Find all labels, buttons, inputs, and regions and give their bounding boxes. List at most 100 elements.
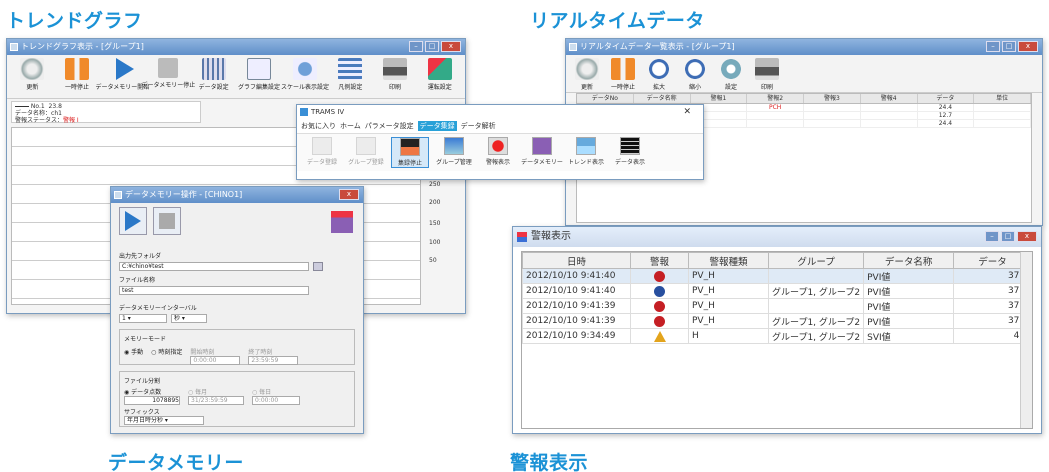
split-monthly-field[interactable]: 31/23:59:59: [188, 396, 244, 405]
refresh-icon: [575, 58, 599, 80]
realtime-table-header: データNo データ名称 警報1 警報2 警報3 警報4 データ 単位: [577, 94, 1031, 104]
group-manage-icon: [444, 137, 464, 155]
caption-data-memory: データメモリー: [108, 452, 244, 472]
alarm-scrollbar[interactable]: [1020, 252, 1032, 428]
close-button[interactable]: x: [1018, 41, 1038, 52]
table-row[interactable]: 2012/10/10 9:41:40 PV_H PVI値 37.4: [522, 268, 1032, 284]
interval-unit-select[interactable]: 秒 ▾: [171, 314, 207, 323]
split-points-radio[interactable]: ◉ データ点数 1078895: [124, 387, 180, 405]
scale-label: 200: [429, 199, 441, 206]
maximize-button[interactable]: □: [1001, 231, 1015, 242]
scale-label: 150: [429, 220, 441, 227]
maximize-button[interactable]: □: [425, 41, 439, 52]
data-display-icon: [620, 137, 640, 155]
printer-icon: [755, 58, 779, 80]
datamemory-title: データメモリー操作 - [CHINO1]: [125, 190, 243, 199]
output-folder-field[interactable]: C:¥chino¥test: [119, 262, 309, 271]
refresh-button[interactable]: 更新: [572, 58, 602, 92]
tab-data-analysis[interactable]: データ解析: [461, 121, 496, 131]
memory-stop-button[interactable]: [153, 207, 181, 235]
zoom-in-button[interactable]: 拡大: [644, 58, 674, 92]
print-button[interactable]: 印刷: [752, 58, 782, 92]
mode-manual-radio[interactable]: ◉ 手動: [124, 347, 143, 356]
close-button[interactable]: x: [1017, 231, 1037, 242]
file-name-field[interactable]: test: [119, 286, 309, 295]
caption-realtime-data: リアルタイムデータ: [530, 10, 705, 32]
tab-home[interactable]: ホーム: [340, 121, 361, 131]
info-icon: [654, 285, 665, 297]
close-button[interactable]: ✕: [683, 105, 691, 119]
gear-icon: [719, 58, 743, 80]
window-icon: [10, 43, 18, 51]
table-row[interactable]: 2012/10/10 9:41:39 PV_H グループ1, グループ2 PVI値 37…: [522, 313, 1032, 329]
table-row[interactable]: 2012/10/10 9:41:39 PV_H PVI値 37.3: [522, 298, 1032, 314]
tab-favorites[interactable]: お気に入り: [301, 121, 336, 131]
pause-button[interactable]: 一時停止: [608, 58, 638, 92]
data-memory-window: データメモリー操作 - [CHINO1] x 出力先フォルダ C:¥chino¥…: [110, 186, 364, 434]
trend-window-titlebar: トレンドグラフ表示 - [グループ1] – □ x: [7, 39, 465, 55]
zoom-in-icon: [647, 58, 671, 80]
refresh-button[interactable]: 更新: [13, 58, 52, 98]
close-button[interactable]: x: [441, 41, 461, 52]
tab-parameters[interactable]: パラメータ設定: [365, 121, 414, 131]
close-button[interactable]: x: [339, 189, 359, 200]
datamemory-titlebar: データメモリー操作 - [CHINO1] x: [111, 187, 363, 203]
split-daily-radio[interactable]: ○ 毎日 0:00:00: [252, 387, 300, 405]
stop-icon: [159, 213, 175, 229]
scale-icon: [293, 58, 318, 80]
data-memory-button[interactable]: データメモリー: [521, 137, 563, 168]
table-row[interactable]: 2012/10/10 9:34:49Hグループ1, グループ2SVI値4.9: [522, 328, 1032, 344]
pause-button[interactable]: 一時停止: [58, 58, 97, 98]
split-points-field[interactable]: 1078895: [124, 396, 180, 405]
memory-mode-group: メモリーモード ◉ 手動 ○ 時刻指定 開始時刻 0:00:00 終了時刻 23:5…: [119, 329, 355, 365]
pause-icon: [611, 58, 635, 80]
save-icon[interactable]: [331, 211, 353, 233]
trams-title: TRAMS IV: [311, 108, 345, 116]
alarm-display-button[interactable]: 警報表示: [479, 137, 517, 168]
interval-select[interactable]: 1 ▾: [119, 314, 167, 323]
datamemory-start-button[interactable]: データメモリー開始: [95, 58, 149, 98]
print-button[interactable]: 印刷: [376, 58, 415, 98]
trend-window-title: トレンドグラフ表示 - [グループ1]: [21, 42, 144, 51]
graph-edit-button[interactable]: グラフ編集設定: [238, 58, 280, 98]
data-register-button[interactable]: データ登録: [303, 137, 341, 168]
trend-display-button[interactable]: トレンド表示: [567, 137, 605, 168]
stop-icon: [158, 58, 179, 78]
minimize-button[interactable]: –: [985, 231, 999, 242]
stop-acquisition-button[interactable]: 集録停止: [391, 137, 429, 168]
operation-settings-button[interactable]: 運転設定: [420, 58, 459, 98]
zoom-out-icon: [683, 58, 707, 80]
suffix-select[interactable]: 年月日時分秒 ▾: [124, 416, 204, 425]
output-folder-label: 出力先フォルダ: [119, 253, 162, 260]
settings-button[interactable]: 設定: [716, 58, 746, 92]
group-register-button[interactable]: グループ登録: [347, 137, 385, 168]
browse-folder-button[interactable]: [313, 262, 323, 271]
alarm-titlebar: 警報表示 – □ x: [513, 227, 1041, 247]
start-time-field[interactable]: 0:00:00: [190, 356, 241, 365]
file-name-label: ファイル名称: [119, 277, 156, 284]
maximize-button[interactable]: □: [1002, 41, 1016, 52]
legend-settings-button[interactable]: 凡例設定: [331, 58, 370, 98]
pause-icon: [65, 58, 89, 80]
data-display-button[interactable]: データ表示: [611, 137, 649, 168]
datamemory-stop-button[interactable]: データメモリー停止: [141, 58, 195, 98]
group-manage-button[interactable]: グループ管理: [435, 137, 473, 168]
refresh-icon: [20, 58, 45, 80]
window-icon: [114, 191, 122, 199]
error-icon: [654, 270, 665, 282]
realtime-toolbar: 更新 一時停止 拡大 縮小 設定 印刷: [566, 55, 1042, 93]
data-settings-button[interactable]: データ設定: [194, 58, 233, 98]
minimize-button[interactable]: –: [986, 41, 1000, 52]
split-monthly-radio[interactable]: ○ 毎月 31/23:59:59: [188, 387, 244, 405]
zoom-out-button[interactable]: 縮小: [680, 58, 710, 92]
tab-data-acquisition[interactable]: データ集録: [417, 121, 457, 131]
error-icon: [654, 300, 665, 312]
memory-start-button[interactable]: [119, 207, 147, 235]
end-time-field[interactable]: 23:59:59: [248, 356, 299, 365]
mode-time-radio[interactable]: ○ 時刻指定: [151, 347, 182, 356]
minimize-button[interactable]: –: [409, 41, 423, 52]
split-daily-field[interactable]: 0:00:00: [252, 396, 300, 405]
table-row[interactable]: 2012/10/10 9:41:40 PV_H グループ1, グループ2 PVI値 37…: [522, 283, 1032, 299]
scale-display-button[interactable]: スケール表示設定: [281, 58, 329, 98]
ribbon-toolbar: データ登録 グループ登録 集録停止 グループ管理 警報表示 データメモリー トレ…: [297, 133, 703, 171]
